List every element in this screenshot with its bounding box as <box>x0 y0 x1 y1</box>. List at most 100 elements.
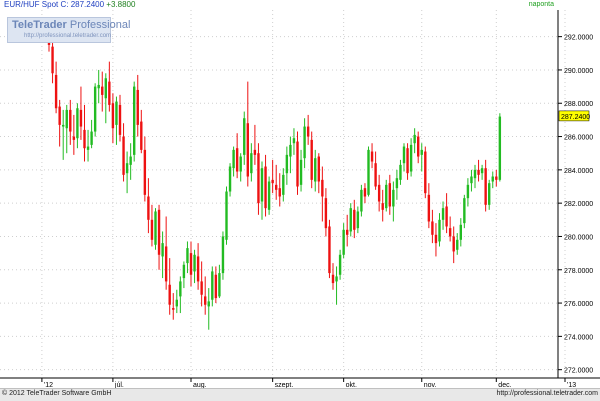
candle-body <box>356 211 360 229</box>
candle-body <box>374 163 377 187</box>
y-tick-label: 272.0000 <box>564 368 593 375</box>
candle-body <box>221 236 225 274</box>
candle-body <box>182 264 186 279</box>
candle-body <box>118 104 122 135</box>
candle-body <box>392 189 395 207</box>
footer-bar: © 2012 TeleTrader Software GmbH http://p… <box>0 388 600 401</box>
candle-body <box>211 271 214 300</box>
candle-body <box>480 168 484 174</box>
candle-body <box>289 144 292 157</box>
candle-body <box>477 169 480 175</box>
plot-background <box>0 0 600 400</box>
candle-body <box>228 166 232 192</box>
chart-header: EUR/HUF Spot C: 287.2400 +3.8800 naponta <box>0 0 600 10</box>
candle-body <box>204 296 207 305</box>
candle-body <box>104 78 107 99</box>
y-tick-label: 288.0000 <box>564 101 593 108</box>
candle-body <box>196 256 200 282</box>
candle-body <box>338 254 342 275</box>
candle-body <box>406 148 409 174</box>
logo-name-bold: TeleTrader <box>12 19 67 31</box>
logo-name: TeleTrader Professional <box>12 19 130 31</box>
logo-name-light: Professional <box>66 19 131 31</box>
candle-body <box>225 191 228 240</box>
last-price-tag: 287.2400 <box>558 110 590 122</box>
candle-body <box>136 89 139 125</box>
y-tick-label: 280.0000 <box>564 234 593 241</box>
candle-body <box>363 188 367 197</box>
candle-body <box>317 156 320 182</box>
footer-url: http://professional.teletrader.com <box>496 390 598 397</box>
candle-body <box>239 156 242 172</box>
candle-body <box>353 209 356 230</box>
candle-body <box>271 179 274 184</box>
candle-body <box>328 226 331 274</box>
candle-body <box>246 123 249 177</box>
candle-body <box>125 163 129 174</box>
candle-body <box>243 118 246 155</box>
candle-body <box>267 181 271 210</box>
candle-body <box>175 299 178 307</box>
candle-body <box>111 103 115 129</box>
candle-body <box>193 254 196 272</box>
candle-body <box>395 178 399 189</box>
candle-body <box>377 184 381 202</box>
candle-body <box>466 184 470 199</box>
candle-body <box>456 239 459 250</box>
candle-body <box>413 134 416 144</box>
candle-body <box>299 159 303 185</box>
candle-body <box>140 121 143 150</box>
candle-body <box>424 151 427 194</box>
change-value: +3.8800 <box>106 0 136 9</box>
candle-body <box>370 151 374 162</box>
candle-body <box>417 136 420 157</box>
candle-body <box>150 219 154 240</box>
candle-body <box>310 139 313 180</box>
candle-body <box>342 229 345 255</box>
candle-body <box>441 208 445 220</box>
candle-body <box>115 101 118 125</box>
candle-body <box>431 221 434 235</box>
candle-body <box>349 208 352 232</box>
candle-body <box>498 116 502 180</box>
candle-body <box>189 253 193 275</box>
candle-body <box>360 189 363 212</box>
candlestick-chart: 272.0000 274.0000 276.0000 278.0000 280.0000… <box>0 0 600 400</box>
y-tick-label: 276.0000 <box>564 301 593 308</box>
candle-body <box>367 149 370 195</box>
candle-body <box>253 149 257 155</box>
candle-body <box>250 153 253 174</box>
candle-body <box>218 273 221 297</box>
candle-body <box>54 74 58 109</box>
period-label: naponta <box>528 1 554 8</box>
candle-body <box>420 149 423 155</box>
y-tick-label: 292.0000 <box>564 35 593 42</box>
candle-body <box>76 108 79 139</box>
candle-body <box>235 148 239 172</box>
candle-body <box>143 149 147 195</box>
candle-body <box>470 176 473 184</box>
candle-body <box>108 81 111 105</box>
candle-body <box>58 106 61 125</box>
candle-body <box>335 276 338 282</box>
candle-body <box>399 164 402 180</box>
candle-body <box>172 308 175 310</box>
candle-body <box>285 154 289 174</box>
candle-body <box>445 206 448 227</box>
y-tick-label: 274.0000 <box>564 334 593 341</box>
candle-body <box>438 219 441 242</box>
y-tick-label: 278.0000 <box>564 268 593 275</box>
candle-body <box>292 138 296 144</box>
candle-body <box>200 281 203 295</box>
candle-body <box>296 141 299 187</box>
candle-body <box>448 228 452 237</box>
candle-body <box>275 184 278 190</box>
candle-body <box>324 198 328 229</box>
candle-body <box>260 168 264 202</box>
candle-body <box>306 126 310 137</box>
candle-body <box>207 301 210 307</box>
candle-body <box>62 124 65 127</box>
candle-body <box>331 274 335 284</box>
candle-body <box>168 284 171 305</box>
last-price-label: 287.2400 <box>561 114 590 121</box>
